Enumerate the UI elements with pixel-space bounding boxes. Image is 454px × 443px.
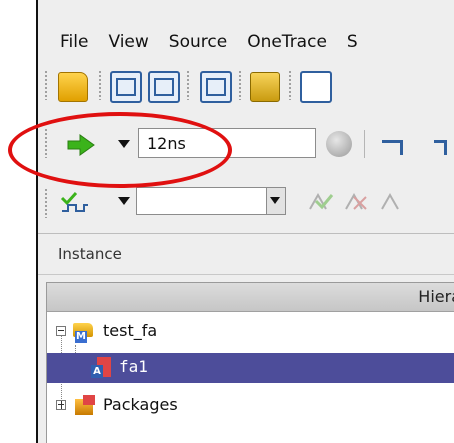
menu-s[interactable]: S <box>347 32 358 52</box>
menu-source[interactable]: Source <box>169 32 227 52</box>
toolbar-grip[interactable] <box>186 70 190 100</box>
waveform-icon[interactable] <box>60 190 90 214</box>
tree-row-test-fa[interactable]: M test_fa <box>47 317 454 347</box>
waveform-combo[interactable] <box>136 187 286 215</box>
toolbar-separator <box>364 130 365 158</box>
clear-checkpoint-icon[interactable] <box>342 189 372 213</box>
toolbar-row-1 <box>38 62 454 108</box>
tree-item-label: fa1 <box>119 357 148 376</box>
divider <box>38 274 454 275</box>
stop-icon[interactable] <box>326 131 352 157</box>
package-icon <box>73 395 95 417</box>
source-folder-icon[interactable] <box>250 72 280 102</box>
waveform-dropdown-icon[interactable] <box>118 197 130 205</box>
combo-dropdown-button[interactable] <box>266 188 285 214</box>
column-header-label: Hiera <box>418 287 454 306</box>
checkpoint-icon[interactable] <box>306 189 336 213</box>
tree-item-label: Packages <box>103 395 178 414</box>
expand-icon[interactable] <box>56 400 66 410</box>
restore-icon[interactable] <box>378 189 408 213</box>
menu-view[interactable]: View <box>108 32 148 52</box>
annotation-highlight-oval <box>8 112 232 188</box>
divider <box>38 233 454 234</box>
tree-item-label: test_fa <box>103 321 158 340</box>
toolbar-grip[interactable] <box>238 70 242 100</box>
toolbar-grip[interactable] <box>44 188 48 218</box>
step-into-icon[interactable] <box>434 140 447 155</box>
chevron-down-icon <box>270 197 280 204</box>
toolbar-grip[interactable] <box>288 70 292 100</box>
tree-row-packages[interactable]: Packages <box>47 391 454 421</box>
window-view-icon[interactable] <box>200 71 232 103</box>
hierarchy-tree: Hiera M test_fa A fa1 Packages <box>46 282 454 443</box>
step-over-icon[interactable] <box>382 140 403 155</box>
toolbar-grip[interactable] <box>44 70 48 100</box>
panel-label: Instance <box>58 245 122 263</box>
toolbar-grip[interactable] <box>98 70 102 100</box>
menu-file[interactable]: File <box>60 32 88 52</box>
open-folder-icon[interactable] <box>58 72 88 102</box>
design-view-icon[interactable] <box>148 71 180 103</box>
tree-column-header[interactable]: Hiera <box>47 283 454 312</box>
collapse-icon[interactable] <box>56 326 66 336</box>
module-view-icon[interactable] <box>110 71 142 103</box>
menu-bar: File View Source OneTrace S <box>38 24 454 60</box>
edit-icon[interactable] <box>300 71 332 103</box>
tree-row-fa1[interactable]: A fa1 <box>47 353 454 383</box>
app-window: File View Source OneTrace S 12ns Instanc… <box>38 0 454 443</box>
menu-onetrace[interactable]: OneTrace <box>247 32 327 52</box>
module-icon: M <box>73 321 95 343</box>
instance-icon: A <box>91 357 113 379</box>
